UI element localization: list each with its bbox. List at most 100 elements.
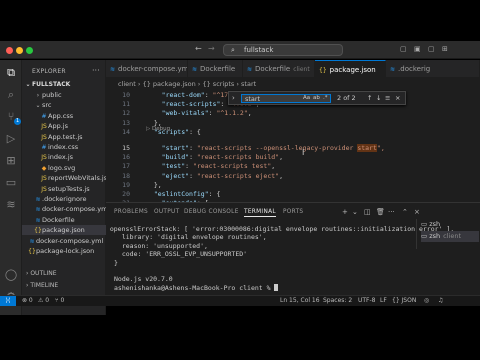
terminal-instance[interactable]: ▭ zsh client bbox=[421, 231, 479, 242]
search-view-icon[interactable]: ⌕ bbox=[4, 88, 18, 102]
terminal-line: library: 'digital envelope routines', bbox=[114, 233, 267, 242]
breadcrumb-separator-icon: › bbox=[135, 80, 143, 88]
file-item[interactable]: JSreportWebVitals.js bbox=[22, 173, 106, 183]
breadcrumb-item[interactable]: client bbox=[118, 80, 136, 88]
encoding[interactable]: UTF-8 bbox=[358, 296, 376, 306]
file-item[interactable]: JSApp.js bbox=[22, 121, 106, 131]
file-item[interactable]: JSsetupTests.js bbox=[22, 184, 106, 194]
code-line: "eslintConfig": { bbox=[146, 190, 221, 198]
timeline-section[interactable]: › TIMELINE bbox=[26, 282, 58, 289]
remote-indicator-icon[interactable]: ⟩⟨ bbox=[0, 296, 16, 306]
chevron-down-icon: ⌄ bbox=[25, 81, 31, 88]
toggle-secondary-sidebar-icon[interactable]: ▢ bbox=[428, 45, 435, 53]
close-window-button[interactable] bbox=[6, 47, 13, 54]
workspace-root[interactable]: ⌄FULLSTACK bbox=[22, 80, 106, 90]
match-word-toggle[interactable]: ab bbox=[313, 94, 320, 103]
code-line: "build": "react-scripts build", bbox=[161, 153, 283, 162]
docker-icon: ≋ bbox=[35, 216, 41, 224]
notifications-bell-icon[interactable]: ♫ bbox=[438, 296, 443, 306]
accounts-icon[interactable]: ◯ bbox=[4, 268, 18, 282]
end-of-line[interactable]: LF bbox=[380, 296, 387, 306]
extensions-icon[interactable]: ⊞ bbox=[4, 154, 18, 168]
toggle-panel-icon[interactable]: ▣ bbox=[414, 45, 421, 53]
line-number: 20 bbox=[122, 190, 130, 198]
debug-codelens[interactable]: ▷ Debug bbox=[146, 126, 170, 132]
file-item[interactable]: ≋docker-compose.yml bbox=[22, 236, 106, 246]
code-editor[interactable]: 10 "react-dom": "^17.0.2",11 "react-scri… bbox=[106, 90, 480, 202]
file-item[interactable]: JSindex.js bbox=[22, 152, 106, 162]
command-center-search[interactable]: ⌕ fullstack bbox=[223, 44, 343, 56]
maximize-window-button[interactable] bbox=[26, 47, 33, 54]
kill-terminal-icon[interactable]: 🗑 bbox=[376, 208, 385, 216]
editor-tab[interactable]: ≋ docker-compose.yml bbox=[106, 60, 188, 78]
panel-tab-debug-console[interactable]: DEBUG CONSOLE bbox=[184, 209, 239, 215]
regex-toggle[interactable]: .* bbox=[323, 94, 328, 103]
panel-tab-ports[interactable]: PORTS bbox=[283, 209, 303, 215]
json-key: "web-vitals" bbox=[161, 109, 209, 118]
file-item[interactable]: ≋docker-compose.yml bbox=[22, 204, 106, 214]
tab-label: Dockerfile bbox=[255, 65, 291, 73]
close-panel-icon[interactable]: × bbox=[414, 208, 420, 216]
file-item[interactable]: ≋Dockerfile bbox=[22, 215, 106, 225]
breadcrumb-item[interactable]: start bbox=[241, 80, 256, 88]
copilot-icon[interactable]: ◎ bbox=[424, 296, 429, 306]
back-arrow-icon[interactable]: ← bbox=[195, 44, 202, 53]
toggle-sidebar-icon[interactable]: ▢ bbox=[400, 45, 407, 53]
line-number: 16 bbox=[122, 153, 130, 162]
terminal-cwd: client bbox=[443, 232, 461, 240]
run-debug-icon[interactable]: ▷ bbox=[4, 132, 18, 146]
editor-tab[interactable]: ≋ .dockerig bbox=[386, 60, 480, 78]
file-item[interactable]: #App.css bbox=[22, 111, 106, 121]
tree-item-label: index.css bbox=[48, 143, 79, 151]
forward-arrow-icon[interactable]: → bbox=[208, 44, 215, 53]
indentation[interactable]: Spaces: 2 bbox=[323, 296, 352, 306]
editor-tab[interactable]: {}package.json × bbox=[315, 60, 386, 78]
maximize-panel-icon[interactable]: ⌃ bbox=[402, 208, 408, 216]
tree-item-label: index.js bbox=[48, 153, 74, 162]
panel-tab-problems[interactable]: PROBLEMS bbox=[114, 209, 148, 215]
more-actions-icon[interactable]: ··· bbox=[92, 66, 100, 75]
code-line: "eject": "react-scripts eject", bbox=[161, 171, 283, 180]
customize-layout-icon[interactable]: ⊞ bbox=[442, 45, 448, 53]
source-control-icon[interactable]: ⑂ 1 bbox=[4, 110, 22, 125]
language-mode[interactable]: {} JSON bbox=[392, 296, 416, 306]
terminal-line: Node.js v20.7.0 bbox=[114, 275, 173, 284]
folder-item[interactable]: ⌄src bbox=[22, 100, 106, 110]
editor-tab[interactable]: ≋ Dockerfile bbox=[188, 60, 243, 78]
file-item[interactable]: {}package-lock.json bbox=[22, 246, 106, 256]
file-item[interactable]: JSApp.test.js bbox=[22, 132, 106, 142]
outline-section[interactable]: › OUTLINE bbox=[26, 270, 57, 277]
terminal-instance[interactable]: ▭ zsh bbox=[421, 219, 479, 230]
next-match-icon[interactable]: ↓ bbox=[376, 94, 381, 103]
find-in-selection-icon[interactable]: ≡ bbox=[385, 94, 390, 103]
docker-icon[interactable]: ≋ bbox=[4, 198, 18, 212]
new-terminal-icon[interactable]: + bbox=[342, 208, 348, 216]
split-terminal-icon[interactable]: ◫ bbox=[364, 208, 371, 216]
panel-tab-output[interactable]: OUTPUT bbox=[154, 209, 179, 215]
file-item[interactable]: #index.css bbox=[22, 142, 106, 152]
match-case-toggle[interactable]: Aa bbox=[303, 94, 310, 103]
file-item[interactable]: {}package.json bbox=[22, 225, 106, 236]
file-item[interactable]: ≋.dockerignore bbox=[22, 194, 106, 204]
breadcrumb-item[interactable]: {} scripts bbox=[202, 80, 234, 88]
more-actions-icon[interactable]: ··· bbox=[388, 208, 395, 216]
minimize-window-button[interactable] bbox=[16, 47, 23, 54]
file-item[interactable]: ◆ logo.svg bbox=[22, 163, 106, 173]
editor-tab[interactable]: ≋ Dockerfile client bbox=[243, 60, 315, 78]
remote-explorer-icon[interactable]: ▭ bbox=[4, 176, 18, 190]
panel-tab-terminal[interactable]: TERMINAL bbox=[244, 209, 276, 217]
cursor-position[interactable]: Ln 15, Col 16 bbox=[280, 296, 320, 306]
terminal-line: reason: 'unsupported', bbox=[114, 241, 208, 250]
previous-match-icon[interactable]: ↑ bbox=[367, 94, 372, 103]
explorer-icon[interactable]: ⧉ bbox=[4, 66, 18, 80]
errors-indicator[interactable]: ⊗ 0 bbox=[22, 296, 33, 306]
terminal-dropdown-icon[interactable]: ⌄ bbox=[352, 208, 358, 216]
ports-indicator[interactable]: ⑂ 0 bbox=[55, 296, 64, 306]
folder-item[interactable]: › public bbox=[22, 90, 106, 100]
tree-item-label: App.test.js bbox=[48, 132, 83, 141]
line-number: 10 bbox=[122, 91, 130, 99]
warnings-indicator[interactable]: ⚠ 0 bbox=[38, 296, 49, 306]
toggle-replace-icon[interactable]: › bbox=[232, 94, 235, 102]
close-find-icon[interactable]: × bbox=[395, 94, 400, 103]
breadcrumb-item[interactable]: {} package.json bbox=[143, 80, 196, 88]
